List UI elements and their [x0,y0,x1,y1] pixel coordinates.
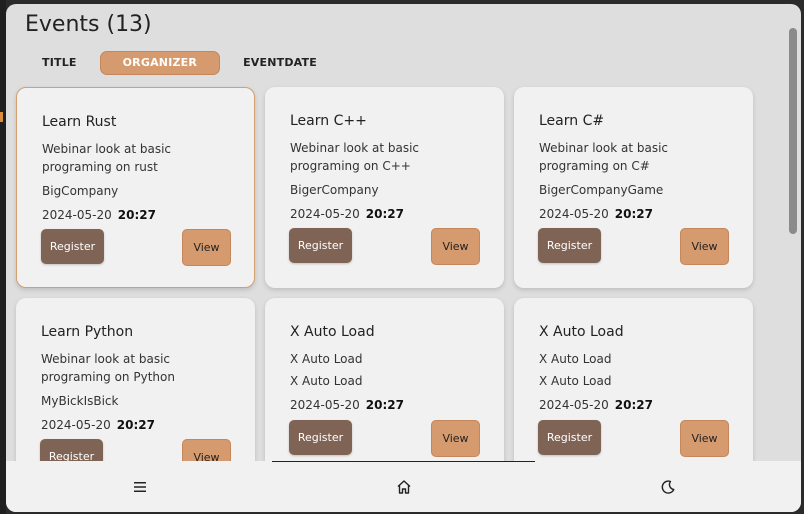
app-window: Events (13) TITLE ORGANIZER EVENTDATE Le… [6,4,801,512]
event-card[interactable]: Learn C# Webinar look at basic programin… [514,87,753,288]
view-button[interactable]: View [182,229,231,266]
event-date: 2024-05-20 [42,208,112,222]
event-time: 20:27 [116,418,155,432]
event-time: 20:27 [614,207,653,221]
view-button[interactable]: View [431,420,480,457]
event-description: X Auto Load [290,352,363,366]
event-time: 20:27 [365,207,404,221]
edge-marker [0,112,3,122]
register-button[interactable]: Register [289,228,352,263]
event-description: Webinar look at basic programing on rust [42,142,172,174]
event-organizer: BigerCompany [290,183,379,197]
register-button[interactable]: Register [538,420,601,455]
event-datetime: 2024-05-20 20:27 [290,207,404,221]
register-button[interactable]: Register [538,228,601,263]
register-button[interactable]: Register [289,420,352,455]
tab-organizer[interactable]: ORGANIZER [99,51,221,75]
moon-icon[interactable] [659,478,677,496]
page-title: Events (13) [25,12,152,37]
register-button[interactable]: Register [41,229,104,264]
event-organizer: MyBickIsBick [41,394,119,408]
tab-eventdate[interactable]: EVENTDATE [231,51,329,75]
event-card[interactable]: Learn Rust Webinar look at basic program… [16,87,255,288]
event-description: Webinar look at basic programing on C# [539,141,669,173]
event-organizer: X Auto Load [539,374,612,388]
event-datetime: 2024-05-20 20:27 [539,207,653,221]
event-organizer: X Auto Load [290,374,363,388]
event-time: 20:27 [117,208,156,222]
event-organizer: BigCompany [42,184,119,198]
event-description: Webinar look at basic programing on C++ [290,141,420,173]
event-title: Learn C# [539,113,605,129]
divider [272,461,535,462]
scrollbar-thumb[interactable] [789,28,797,234]
event-datetime: 2024-05-20 20:27 [539,398,653,412]
view-button[interactable]: View [680,420,729,457]
event-datetime: 2024-05-20 20:27 [290,398,404,412]
event-description: X Auto Load [539,352,612,366]
event-time: 20:27 [365,398,404,412]
event-organizer: BigerCompanyGame [539,183,664,197]
event-date: 2024-05-20 [539,398,609,412]
event-time: 20:27 [614,398,653,412]
view-button[interactable]: View [680,228,729,265]
event-description: Webinar look at basic programing on Pyth… [41,352,175,384]
event-title: Learn Rust [42,114,117,130]
menu-icon[interactable] [131,478,149,496]
event-card[interactable]: Learn C++ Webinar look at basic programi… [265,87,504,288]
view-button[interactable]: View [431,228,480,265]
bottom-navigation [6,461,801,512]
event-title: X Auto Load [290,324,375,340]
sort-tabs: TITLE ORGANIZER EVENTDATE [30,51,340,75]
event-date: 2024-05-20 [41,418,111,432]
event-date: 2024-05-20 [290,207,360,221]
event-date: 2024-05-20 [290,398,360,412]
home-icon[interactable] [395,478,413,496]
event-title: X Auto Load [539,324,624,340]
event-datetime: 2024-05-20 20:27 [41,418,155,432]
event-datetime: 2024-05-20 20:27 [42,208,156,222]
event-date: 2024-05-20 [539,207,609,221]
event-title: Learn Python [41,324,134,340]
event-title: Learn C++ [290,113,367,129]
tab-title[interactable]: TITLE [30,51,89,75]
